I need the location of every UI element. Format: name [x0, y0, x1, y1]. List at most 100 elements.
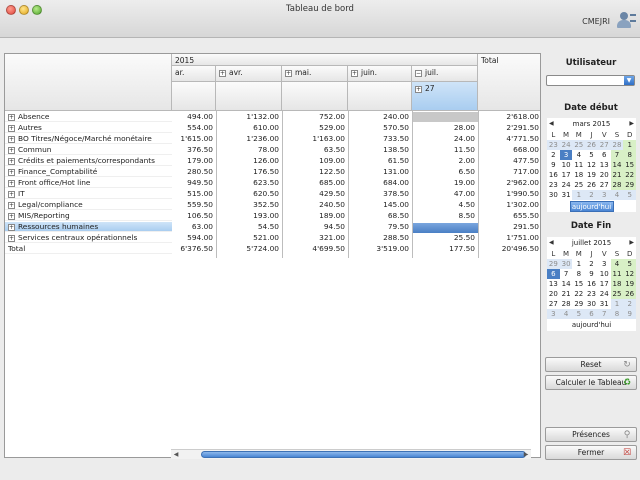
calendar-day[interactable]: 14: [560, 279, 573, 289]
calendar-day[interactable]: 5: [572, 309, 586, 319]
calendar-day[interactable]: 6: [585, 309, 598, 319]
calendar-day[interactable]: 15: [623, 160, 637, 170]
value-cell[interactable]: 122.50: [282, 167, 348, 177]
selected-cell[interactable]: [413, 223, 478, 233]
calendar-day[interactable]: 23: [547, 140, 560, 150]
calendar-day[interactable]: 26: [585, 140, 598, 150]
expand-icon[interactable]: +: [8, 190, 15, 198]
collapse-icon[interactable]: −: [415, 69, 422, 77]
month-header-jun[interactable]: + juin.: [348, 66, 412, 82]
value-cell[interactable]: 684.00: [348, 178, 412, 188]
calendar-day[interactable]: 17: [598, 279, 611, 289]
calendar-day[interactable]: 10: [560, 160, 573, 170]
value-cell[interactable]: 19.00: [412, 178, 478, 188]
grand-total-label[interactable]: Total: [5, 244, 172, 254]
calendar-day[interactable]: 24: [598, 289, 611, 299]
calendar-day[interactable]: 29: [547, 259, 560, 269]
value-cell[interactable]: 1'132.00: [216, 112, 282, 122]
row-total-cell[interactable]: 2'291.50: [478, 123, 540, 133]
expand-icon[interactable]: +: [219, 69, 226, 77]
calendar-day[interactable]: 30: [559, 259, 573, 269]
calendar-day[interactable]: 20: [598, 170, 611, 180]
value-cell[interactable]: 63.00: [172, 222, 216, 232]
row-total-cell[interactable]: 717.00: [478, 167, 540, 177]
value-cell[interactable]: 24.00: [412, 134, 478, 144]
calendar-day[interactable]: 25: [572, 140, 586, 150]
value-cell[interactable]: 733.50: [348, 134, 412, 144]
expand-icon[interactable]: +: [8, 113, 15, 121]
row-label[interactable]: + Finance_Comptabilité: [5, 167, 172, 177]
value-cell[interactable]: 752.00: [282, 112, 348, 122]
expand-icon[interactable]: +: [8, 157, 15, 165]
calendar-day[interactable]: 6: [598, 150, 611, 160]
calendar-day[interactable]: 3: [598, 259, 611, 269]
calendar-day[interactable]: 9: [547, 160, 560, 170]
calculate-table-button[interactable]: Calculer le Tableau ♻: [545, 375, 637, 390]
value-cell[interactable]: 4.50: [412, 200, 478, 210]
calendar-day[interactable]: 2: [585, 190, 598, 200]
expand-icon[interactable]: +: [415, 85, 422, 93]
calendar-day[interactable]: 4: [572, 150, 585, 160]
value-cell[interactable]: 11.50: [412, 145, 478, 155]
calendar-day[interactable]: 31: [598, 299, 611, 309]
value-cell[interactable]: 68.50: [348, 211, 412, 221]
calendar-day[interactable]: 25: [610, 289, 624, 299]
value-cell[interactable]: 594.00: [172, 233, 216, 243]
expand-icon[interactable]: +: [8, 168, 15, 176]
value-cell[interactable]: 179.00: [172, 156, 216, 166]
calendar-day[interactable]: 7: [560, 269, 573, 279]
calendar-day[interactable]: 3: [597, 190, 611, 200]
row-total-cell[interactable]: 668.00: [478, 145, 540, 155]
value-cell[interactable]: 1'236.00: [216, 134, 282, 144]
expand-icon[interactable]: +: [8, 146, 15, 154]
row-total-cell[interactable]: 4'771.50: [478, 134, 540, 144]
today-button[interactable]: aujourd'hui: [569, 201, 614, 212]
row-label[interactable]: + Crédits et paiements/correspondants: [5, 156, 172, 166]
value-cell[interactable]: 429.50: [282, 189, 348, 199]
calendar-day[interactable]: 1: [572, 259, 585, 269]
calendar-day[interactable]: 9: [585, 269, 598, 279]
calendar-day[interactable]: 1: [610, 299, 624, 309]
calendar-day[interactable]: 7: [610, 150, 624, 160]
calendar-day[interactable]: 12: [623, 269, 637, 279]
value-cell[interactable]: 620.50: [216, 189, 282, 199]
month-header-may[interactable]: + mai.: [282, 66, 348, 82]
previous-month-icon[interactable]: ◀: [549, 237, 554, 249]
calendar-day[interactable]: 4: [610, 190, 624, 200]
value-cell[interactable]: 94.50: [282, 222, 348, 232]
value-cell[interactable]: 8.50: [412, 211, 478, 221]
calendar-day[interactable]: 19: [585, 170, 598, 180]
row-label[interactable]: + Services centraux opérationnels: [5, 233, 172, 243]
calendar-day[interactable]: 11: [572, 160, 585, 170]
expand-icon[interactable]: +: [351, 69, 358, 77]
value-cell[interactable]: 240.00: [348, 112, 412, 122]
calendar-day[interactable]: 8: [623, 150, 637, 160]
calendar-day[interactable]: 23: [547, 180, 560, 190]
calendar-day[interactable]: 28: [610, 140, 624, 150]
calendar-day[interactable]: 10: [598, 269, 611, 279]
calendar-day[interactable]: 29: [623, 180, 637, 190]
value-cell[interactable]: 521.00: [216, 233, 282, 243]
user-select[interactable]: ▼: [546, 75, 635, 86]
value-cell[interactable]: 106.50: [172, 211, 216, 221]
calendar-day[interactable]: 18: [610, 279, 624, 289]
calendar-day[interactable]: 17: [560, 170, 573, 180]
calendar-day[interactable]: 23: [585, 289, 598, 299]
row-label[interactable]: + Commun: [5, 145, 172, 155]
calendar-day[interactable]: 2: [623, 299, 637, 309]
row-total-cell[interactable]: 2'618.00: [478, 112, 540, 122]
value-cell[interactable]: 5'724.00: [216, 244, 282, 254]
value-cell[interactable]: 6'376.50: [172, 244, 216, 254]
calendar-day[interactable]: 21: [560, 289, 573, 299]
value-cell[interactable]: 189.00: [282, 211, 348, 221]
value-cell[interactable]: 559.50: [172, 200, 216, 210]
expand-icon[interactable]: +: [8, 179, 15, 187]
calendar-day[interactable]: 1: [572, 190, 586, 200]
calendar-day[interactable]: 1: [623, 140, 637, 150]
calendar-day[interactable]: 28: [560, 299, 573, 309]
value-cell[interactable]: 623.50: [216, 178, 282, 188]
horizontal-scrollbar[interactable]: ◀ ▶: [171, 449, 531, 459]
row-total-cell[interactable]: 655.50: [478, 211, 540, 221]
row-label[interactable]: + BO Titres/Négoce/Marché monétaire: [5, 134, 172, 144]
calendar-day[interactable]: 6: [547, 269, 560, 279]
